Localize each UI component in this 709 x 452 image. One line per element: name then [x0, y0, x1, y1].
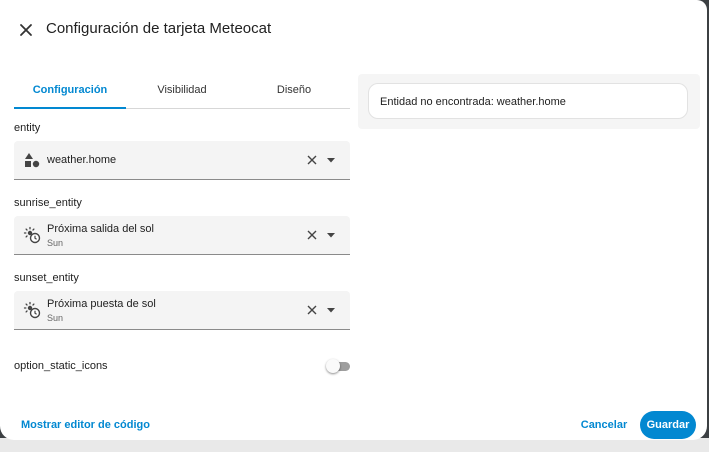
card-preview: Entidad no encontrada: weather.home	[358, 74, 700, 129]
error-card: Entidad no encontrada: weather.home	[368, 83, 688, 119]
close-icon	[307, 155, 317, 165]
dialog-header: Configuración de tarjeta Meteocat	[0, 0, 707, 58]
close-icon	[307, 230, 317, 240]
static-icons-label: option_static_icons	[14, 360, 108, 372]
show-code-editor-button[interactable]: Mostrar editor de código	[21, 419, 150, 431]
entity-label: entity	[14, 122, 41, 134]
static-icons-row: option_static_icons	[14, 356, 350, 378]
sun-clock-icon	[23, 226, 41, 244]
tab-configuracion[interactable]: Configuración	[14, 72, 126, 109]
toggle-thumb	[326, 359, 340, 373]
close-icon	[20, 24, 32, 36]
sunrise-entity-value: Próxima salida del sol	[47, 223, 154, 235]
sunset-entity-picker[interactable]: Próxima puesta de sol Sun	[14, 291, 350, 330]
entity-value: weather.home	[47, 154, 117, 166]
sunset-entity-secondary: Sun	[47, 313, 64, 323]
caret-down-icon	[327, 232, 335, 237]
entity-picker[interactable]: weather.home	[14, 141, 350, 180]
shapes-icon	[25, 153, 40, 168]
sunrise-entity-secondary: Sun	[47, 238, 64, 248]
caret-down-icon	[327, 157, 335, 162]
sun-clock-icon	[23, 301, 41, 319]
caret-down-icon	[327, 307, 335, 312]
tab-diseno[interactable]: Diseño	[238, 72, 350, 108]
clear-sunrise-button[interactable]	[304, 227, 320, 243]
close-button[interactable]	[14, 18, 38, 42]
entity-dropdown-button[interactable]	[323, 152, 339, 168]
tab-bar: Configuración Visibilidad Diseño	[14, 72, 350, 109]
sunset-entity-label: sunset_entity	[14, 272, 79, 284]
sunset-dropdown-button[interactable]	[323, 302, 339, 318]
clear-entity-button[interactable]	[304, 152, 320, 168]
sunrise-entity-label: sunrise_entity	[14, 197, 82, 209]
error-message: Entidad no encontrada: weather.home	[380, 96, 566, 108]
card-config-dialog: Configuración de tarjeta Meteocat Config…	[0, 0, 707, 440]
sunset-entity-value: Próxima puesta de sol	[47, 298, 156, 310]
save-button[interactable]: Guardar	[640, 411, 696, 439]
tab-visibilidad[interactable]: Visibilidad	[126, 72, 238, 108]
close-icon	[307, 305, 317, 315]
sunrise-dropdown-button[interactable]	[323, 227, 339, 243]
static-icons-toggle[interactable]	[326, 359, 350, 373]
clear-sunset-button[interactable]	[304, 302, 320, 318]
cancel-button[interactable]: Cancelar	[576, 411, 632, 439]
dialog-title: Configuración de tarjeta Meteocat	[46, 20, 272, 37]
sunrise-entity-picker[interactable]: Próxima salida del sol Sun	[14, 216, 350, 255]
background-strip	[0, 438, 709, 452]
